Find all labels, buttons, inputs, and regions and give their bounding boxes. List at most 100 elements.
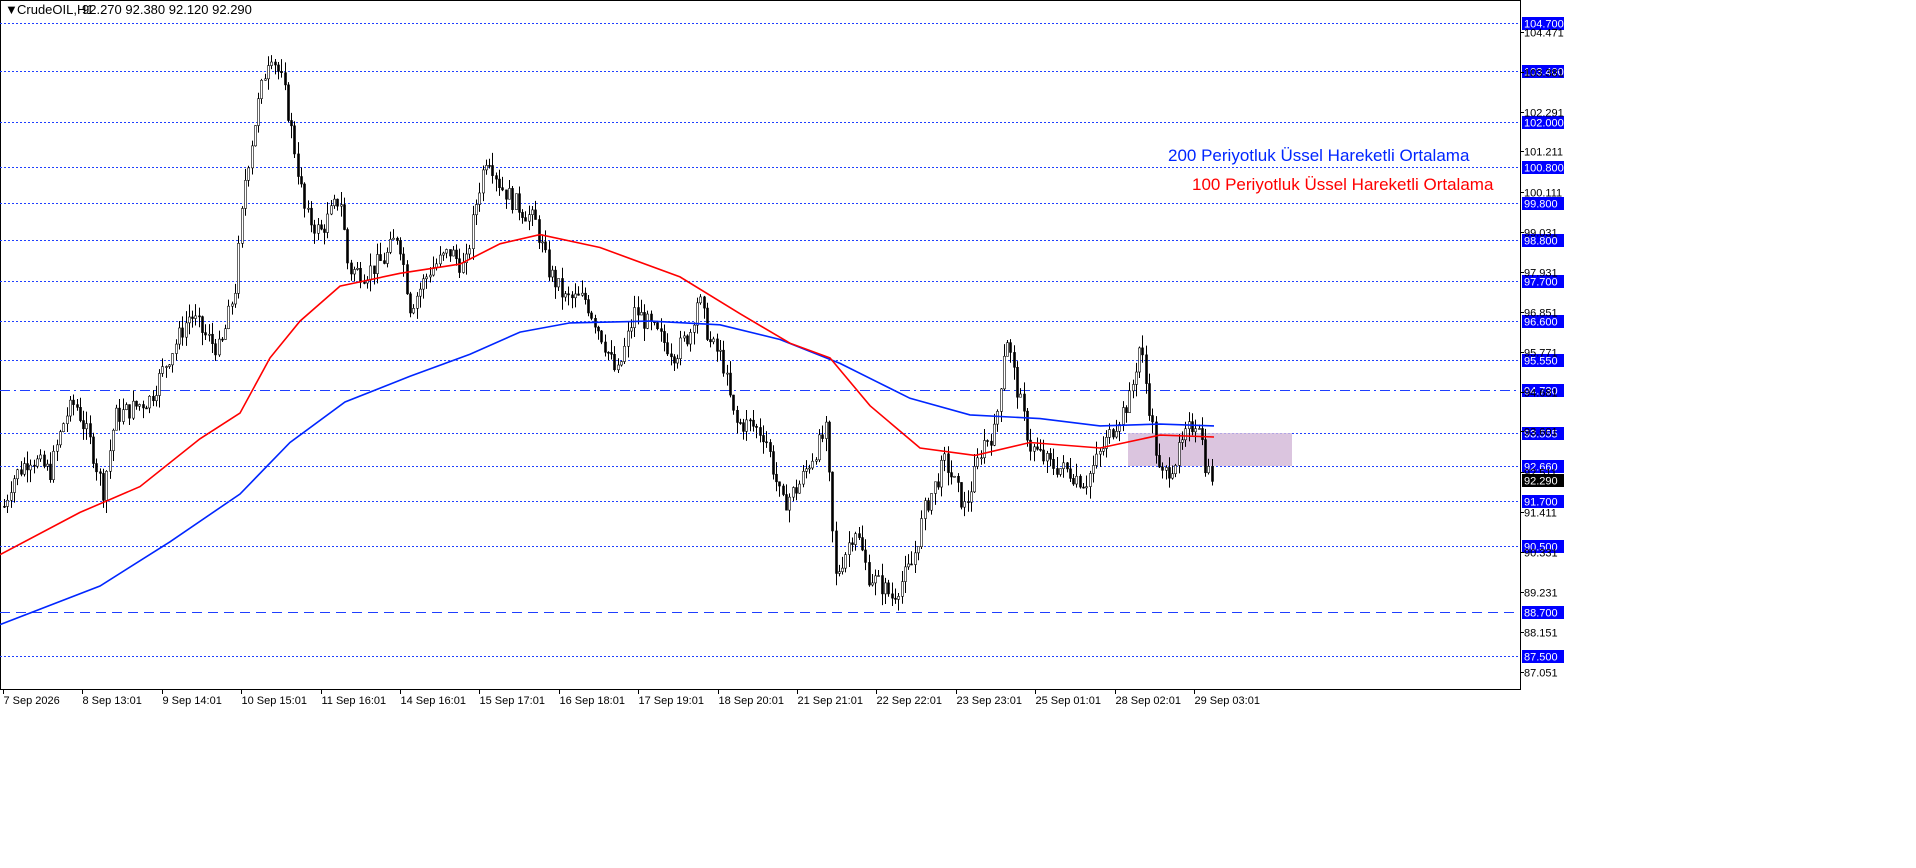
- candle-body: [267, 65, 270, 80]
- candle-body: [930, 493, 933, 511]
- candle-body: [257, 98, 260, 126]
- candle-body: [541, 241, 544, 244]
- candle-body: [201, 316, 204, 333]
- candle-body: [1174, 465, 1177, 475]
- candle-body: [742, 422, 745, 432]
- candle-body: [689, 332, 692, 345]
- y-tick-label: 94.681: [1524, 388, 1558, 400]
- candle-body: [1155, 421, 1158, 456]
- candle-body: [841, 567, 844, 572]
- candle-body: [264, 78, 267, 81]
- y-tick-label: 89.231: [1524, 588, 1558, 600]
- candle-body: [699, 296, 702, 304]
- candle-body: [181, 327, 184, 338]
- candle-body: [1211, 466, 1214, 482]
- candle-body: [399, 240, 402, 255]
- candle-body: [188, 316, 191, 324]
- candle-body: [1161, 466, 1164, 471]
- candle-body: [1082, 486, 1085, 489]
- candle-body: [854, 533, 857, 545]
- candle-body: [1036, 446, 1039, 450]
- candle-body: [1039, 448, 1042, 451]
- candle-body: [231, 303, 234, 307]
- candle-body: [1092, 465, 1095, 474]
- candle-body: [343, 204, 346, 230]
- candle-body: [6, 500, 9, 507]
- candle-body: [49, 463, 52, 481]
- candle-body: [379, 254, 382, 261]
- y-tick-label: 103.381: [1524, 68, 1564, 80]
- candle-body: [491, 165, 494, 176]
- candle-body: [1095, 453, 1098, 466]
- candle-body: [574, 293, 577, 299]
- candle-body: [1201, 428, 1204, 440]
- ohlc-values: 92.270 92.380 92.120 92.290: [82, 2, 252, 17]
- candle-body: [557, 278, 560, 288]
- candle-body: [811, 460, 814, 469]
- candle-body: [175, 343, 178, 354]
- candle-body: [815, 459, 818, 462]
- candle-body: [386, 252, 389, 264]
- candle-body: [745, 419, 748, 432]
- candle-body: [221, 338, 224, 341]
- candle-body: [1019, 393, 1022, 398]
- collapse-triangle-icon[interactable]: ▼: [5, 2, 18, 17]
- candle-body: [218, 338, 221, 356]
- candle-body: [1049, 453, 1052, 460]
- candle-body: [392, 237, 395, 240]
- candle-body: [158, 373, 161, 396]
- candle-body: [666, 342, 669, 355]
- candle-body: [528, 214, 531, 222]
- candle-body: [1016, 367, 1019, 398]
- x-tick-label: 7 Sep 2026: [4, 695, 60, 707]
- candle-body: [943, 453, 946, 461]
- candle-body: [13, 478, 16, 493]
- candle-body: [62, 423, 65, 432]
- candle-body: [1128, 390, 1131, 413]
- candle-body: [43, 454, 46, 467]
- candle-body: [887, 582, 890, 595]
- zone-rect[interactable]: [1128, 433, 1292, 467]
- candle-body: [1122, 407, 1125, 425]
- candle-body: [937, 481, 940, 488]
- candle-body: [729, 372, 732, 396]
- candle-body: [805, 468, 808, 472]
- candle-body: [445, 249, 448, 254]
- candle-body: [39, 454, 42, 460]
- candle-body: [1079, 475, 1082, 488]
- candle-body: [627, 330, 630, 347]
- candle-body: [396, 237, 399, 241]
- candle-body: [676, 358, 679, 364]
- candle-body: [165, 366, 168, 368]
- candle-body: [577, 293, 580, 296]
- candle-body: [970, 491, 973, 503]
- x-tick-label: 14 Sep 16:01: [401, 695, 466, 707]
- y-tick-label: 104.471: [1524, 28, 1564, 40]
- candle-body: [1009, 342, 1012, 353]
- y-tick-label: 88.151: [1524, 628, 1558, 640]
- candle-body: [755, 425, 758, 428]
- candle-body: [148, 395, 151, 409]
- candle-body: [831, 471, 834, 532]
- y-tick-label: 99.031: [1524, 228, 1558, 240]
- candle-body: [739, 422, 742, 424]
- candle-body: [350, 262, 353, 275]
- candle-body: [412, 308, 415, 314]
- candle-body: [967, 501, 970, 503]
- candle-body: [1158, 455, 1161, 468]
- y-tick-label: 90.331: [1524, 548, 1558, 560]
- price-chart[interactable]: 104.700103.400102.000100.80099.80098.800…: [0, 0, 1916, 868]
- x-tick-label: 10 Sep 15:01: [242, 695, 307, 707]
- candle-body: [1191, 421, 1194, 433]
- candle-body: [861, 537, 864, 551]
- y-tick-label: 95.771: [1524, 348, 1558, 360]
- candle-body: [270, 61, 273, 66]
- candle-body: [72, 399, 75, 405]
- candle-body: [508, 188, 511, 200]
- candle-body: [670, 353, 673, 358]
- candle-body: [280, 71, 283, 73]
- candle-body: [442, 252, 445, 256]
- candle-body: [785, 494, 788, 511]
- candle-body: [703, 296, 706, 309]
- candle-body: [686, 335, 689, 345]
